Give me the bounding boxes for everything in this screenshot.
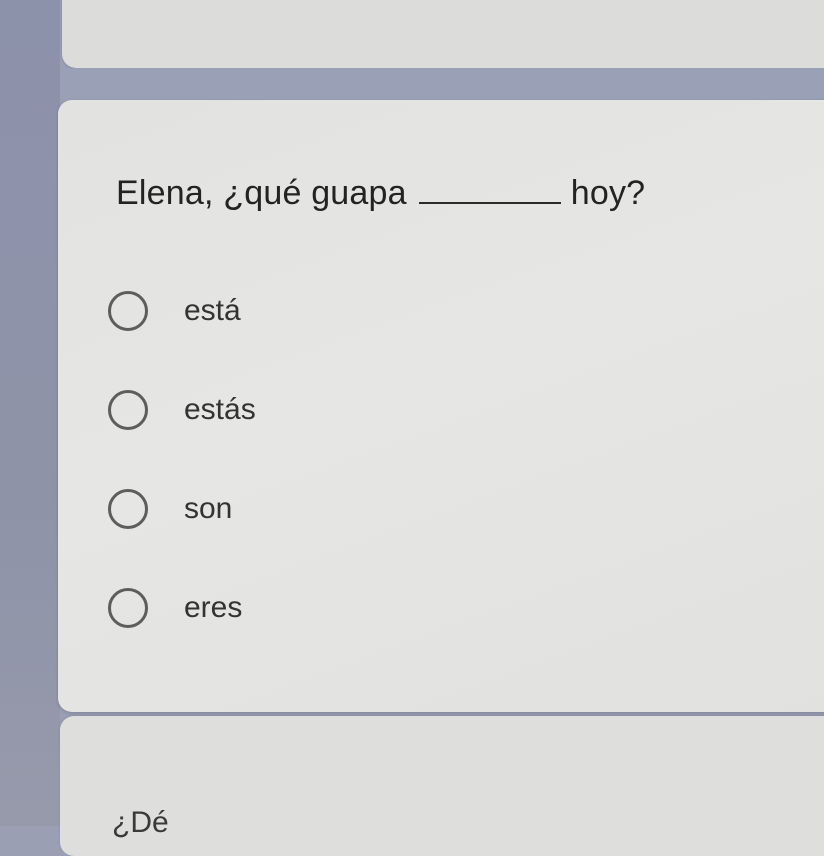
previous-question-card (62, 0, 824, 68)
option-son[interactable]: son (108, 484, 256, 534)
radio-options-group: está estás son eres (108, 286, 256, 682)
next-question-title-partial: ¿Dé (112, 806, 169, 839)
question-title: Elena, ¿qué guapa hoy? (116, 172, 645, 213)
next-question-card (60, 716, 824, 856)
option-label: son (184, 492, 233, 525)
option-label: estás (184, 393, 256, 426)
question-text-before: Elena, ¿qué guapa (116, 174, 407, 212)
form-background-band (60, 68, 824, 100)
option-esta[interactable]: está (108, 286, 256, 336)
option-label: está (184, 294, 241, 327)
radio-button-icon[interactable] (108, 588, 148, 628)
page-background (0, 0, 60, 826)
option-eres[interactable]: eres (108, 583, 256, 633)
answer-blank (418, 172, 561, 204)
option-estas[interactable]: estás (108, 385, 256, 435)
radio-button-icon[interactable] (108, 489, 148, 529)
radio-button-icon[interactable] (108, 291, 148, 331)
radio-button-icon[interactable] (108, 390, 148, 430)
option-label: eres (184, 591, 243, 624)
question-text-after: hoy? (570, 174, 646, 212)
